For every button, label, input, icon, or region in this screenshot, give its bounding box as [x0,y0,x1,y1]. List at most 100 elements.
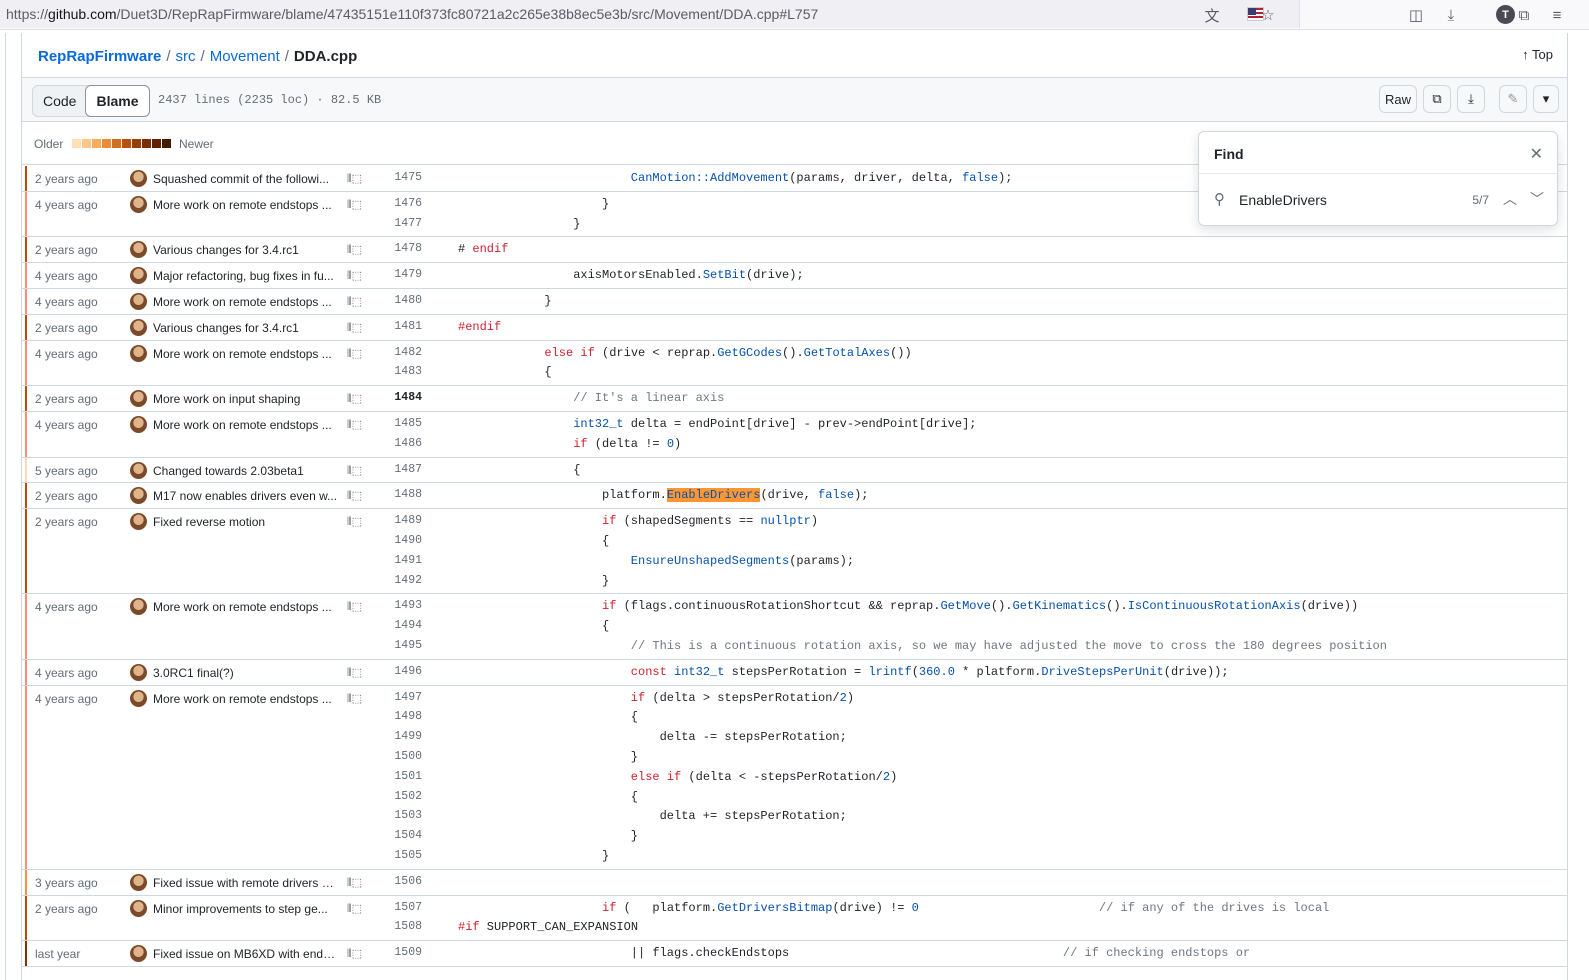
line-number[interactable]: 1494 [352,619,422,632]
author-avatar[interactable] [130,293,147,310]
line-number[interactable]: 1478 [352,242,422,255]
author-avatar[interactable] [130,689,147,707]
line-number[interactable]: 1489 [352,514,422,527]
bookmark-star-icon[interactable]: ☆ [1257,4,1279,26]
author-avatar[interactable] [130,195,147,213]
line-number[interactable]: 1509 [352,946,422,959]
author-avatar[interactable] [130,416,147,433]
breadcrumb-repo-link[interactable]: RepRapFirmware [38,48,161,65]
author-avatar[interactable] [130,899,147,917]
commit-message-link[interactable]: Various changes for 3.4.rc1 [153,321,338,335]
commit-date[interactable]: 2 years ago [35,321,98,335]
line-number[interactable]: 1488 [352,488,422,501]
commit-message-link[interactable]: 3.0RC1 final(?) [153,666,338,680]
menu-icon[interactable]: ≡ [1546,4,1568,26]
line-number[interactable]: 1491 [352,554,422,567]
author-avatar[interactable] [130,344,147,362]
top-button[interactable]: ↑ Top [1522,47,1553,62]
line-number[interactable]: 1485 [352,417,422,430]
line-number[interactable]: 1493 [352,599,422,612]
commit-message-link[interactable]: Major refactoring, bug fixes in fu... [153,269,338,283]
commit-date[interactable]: 2 years ago [35,243,98,257]
commit-date[interactable]: 4 years ago [35,600,98,614]
author-avatar[interactable] [130,598,147,616]
commit-date[interactable]: 4 years ago [35,418,98,432]
line-number[interactable]: 1507 [352,901,422,914]
commit-date[interactable]: 2 years ago [35,489,98,503]
author-avatar[interactable] [130,513,147,531]
line-number[interactable]: 1503 [352,809,422,822]
breadcrumb-src-link[interactable]: src [176,48,196,65]
url-text[interactable]: https://github.com/Duet3D/RepRapFirmware… [6,6,818,22]
line-number[interactable]: 1479 [352,268,422,281]
commit-date[interactable]: 2 years ago [35,172,98,186]
edit-pencil-icon[interactable]: ✎ [1499,85,1527,113]
line-number[interactable]: 1505 [352,849,422,862]
download-raw-icon[interactable]: ⤓ [1457,85,1485,113]
author-avatar[interactable] [130,241,147,259]
author-avatar[interactable] [130,461,147,479]
commit-date[interactable]: 4 years ago [35,295,98,309]
author-avatar[interactable] [130,170,147,187]
commit-message-link[interactable]: More work on remote endstops ... [153,600,338,614]
url-field[interactable]: https://github.com/Duet3D/RepRapFirmware… [0,0,1300,28]
commit-message-link[interactable]: Various changes for 3.4.rc1 [153,243,338,257]
commit-date[interactable]: last year [35,947,80,961]
chevron-down-icon[interactable]: ﹀ [1530,189,1544,209]
commit-date[interactable]: 2 years ago [35,392,98,406]
commit-message-link[interactable]: Changed towards 2.03beta1 [153,464,338,478]
line-number[interactable]: 1487 [352,463,422,476]
commit-date[interactable]: 4 years ago [35,666,98,680]
line-number[interactable]: 1498 [352,710,422,723]
line-number[interactable]: 1499 [352,730,422,743]
line-number[interactable]: 1483 [352,365,422,378]
line-number[interactable]: 1482 [352,346,422,359]
find-input[interactable]: EnableDrivers [1239,192,1327,208]
author-avatar[interactable] [130,487,147,505]
commit-message-link[interactable]: Minor improvements to step ge... [153,902,338,916]
copy-icon[interactable]: ⧉ [1423,85,1451,113]
commit-message-link[interactable]: Fixed issue with remote drivers n... [153,876,338,890]
author-avatar[interactable] [130,945,147,963]
commit-date[interactable]: 4 years ago [35,692,98,706]
pocket-icon[interactable]: ◫ [1405,4,1427,26]
commit-message-link[interactable]: More work on remote endstops ... [153,692,338,706]
chevron-down-icon[interactable]: ▾ [1533,85,1559,113]
commit-message-link[interactable]: M17 now enables drivers even w... [153,489,338,503]
line-number[interactable]: 1497 [352,691,422,704]
tab-code[interactable]: Code [33,86,86,116]
author-avatar[interactable] [130,267,147,285]
commit-date[interactable]: 4 years ago [35,269,98,283]
chevron-up-icon[interactable]: ︿ [1503,189,1517,209]
close-icon[interactable]: ✕ [1530,144,1543,164]
line-number[interactable]: 1481 [352,320,422,333]
line-number[interactable]: 1496 [352,665,422,678]
commit-date[interactable]: 5 years ago [35,464,98,478]
line-number[interactable]: 1476 [352,197,422,210]
line-number[interactable]: 1500 [352,750,422,763]
line-number[interactable]: 1486 [352,437,422,450]
line-number[interactable]: 1504 [352,829,422,842]
breadcrumb-movement-link[interactable]: Movement [210,48,280,65]
line-number[interactable]: 1477 [352,217,422,230]
commit-date[interactable]: 4 years ago [35,198,98,212]
commit-date[interactable]: 2 years ago [35,515,98,529]
author-avatar[interactable] [130,663,147,681]
download-icon[interactable]: ⤓ [1440,4,1462,26]
commit-date[interactable]: 2 years ago [35,902,98,916]
extensions-icon[interactable]: ⧉ [1513,4,1535,26]
line-number[interactable]: 1480 [352,294,422,307]
commit-message-link[interactable]: More work on remote endstops ... [153,295,338,309]
line-number[interactable]: 1508 [352,920,422,933]
line-number[interactable]: 1475 [352,171,422,184]
translate-icon[interactable]: 文 [1201,4,1223,26]
author-avatar[interactable] [130,873,147,891]
author-avatar[interactable] [130,318,147,336]
author-avatar[interactable] [130,390,147,408]
commit-message-link[interactable]: More work on remote endstops ... [153,347,338,361]
commit-date[interactable]: 3 years ago [35,876,98,890]
line-number[interactable]: 1495 [352,639,422,652]
line-number[interactable]: 1484 [352,391,422,404]
commit-message-link[interactable]: Squashed commit of the followi... [153,172,338,186]
line-number[interactable]: 1501 [352,770,422,783]
